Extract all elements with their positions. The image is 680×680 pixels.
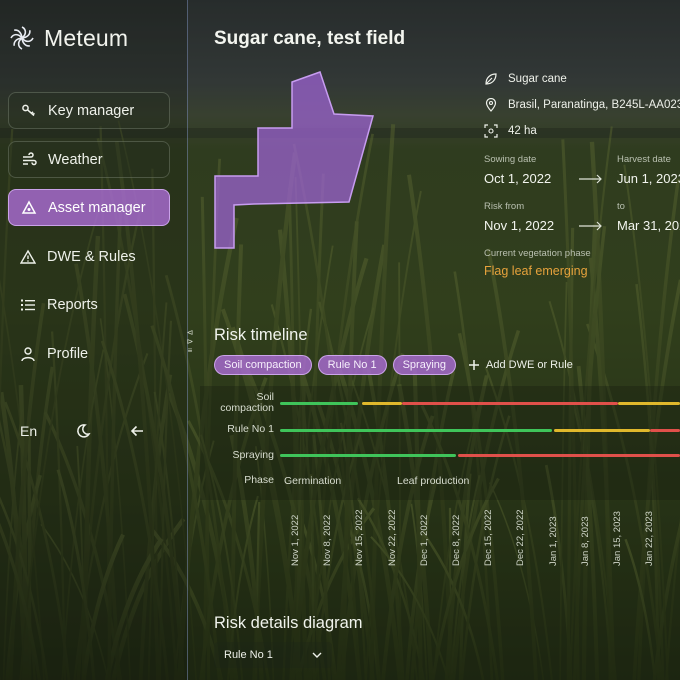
location-info: Brasil, Paranatinga, B245L-AA023 [484, 98, 680, 112]
risk-details-title: Risk details diagram [214, 614, 363, 632]
axis-tick-label: Nov 22, 2022 [386, 509, 398, 566]
add-dwe-rule-label: Add DWE or Rule [486, 359, 573, 371]
sidebar-item-label: Reports [47, 296, 98, 313]
moon-icon[interactable] [75, 421, 91, 441]
crop-info: Sugar cane [484, 72, 567, 86]
sidebar-item-weather[interactable]: Weather [8, 141, 170, 178]
row-label-rule-no-1: Rule No 1 [227, 423, 274, 435]
risk-timeline-title: Risk timeline [214, 326, 308, 344]
harvest-date-value: Jun 1, 2023 [617, 171, 680, 186]
sidebar-item-label: Profile [47, 345, 89, 362]
risk-bar-spray-red [458, 454, 680, 457]
sidebar-item-label: DWE & Rules [47, 248, 136, 265]
risk-timeline-chart: Soil compaction Rule No 1 Spraying Phase… [200, 386, 680, 500]
arrow-right-icon [579, 221, 602, 231]
chip-soil-compaction[interactable]: Soil compaction [214, 355, 312, 375]
row-label-spraying: Spraying [232, 449, 274, 461]
axis-tick-label: Dec 15, 2022 [483, 509, 495, 566]
sowing-date-value: Oct 1, 2022 [484, 171, 552, 186]
asset-icon [20, 199, 38, 217]
language-switch[interactable]: En [20, 421, 37, 441]
field-boundary-polygon[interactable] [212, 70, 378, 252]
sidebar-item-label: Weather [48, 151, 103, 168]
warning-icon [19, 248, 37, 266]
chip-rule-no-1[interactable]: Rule No 1 [317, 355, 387, 375]
sidebar-item-profile[interactable]: Profile [8, 335, 170, 372]
risk-bar-soil-yellow [362, 402, 402, 405]
area-icon [484, 124, 498, 138]
axis-tick-label: Jan 1, 2023 [547, 516, 559, 566]
axis-tick-label: Jan 22, 2023 [644, 511, 656, 566]
list-icon [19, 296, 37, 314]
vegetation-phase-value: Flag leaf emerging [484, 264, 588, 278]
location-value: Brasil, Paranatinga, B245L-AA023 [508, 99, 680, 111]
risk-from-label: Risk from [484, 201, 525, 212]
sowing-date-label: Sowing date [484, 154, 537, 165]
risk-bar-rule-green [280, 429, 552, 432]
page-title: Sugar cane, test field [214, 28, 406, 49]
row-label-soil-compaction: Soil compaction [220, 392, 274, 414]
weather-icon [20, 151, 38, 169]
meteum-logo-icon [10, 26, 34, 50]
add-dwe-rule-button[interactable]: Add DWE or Rule [468, 359, 573, 371]
axis-tick-label: Nov 8, 2022 [322, 514, 334, 566]
brand-logo[interactable]: Meteum [8, 24, 128, 52]
risk-bar-soil-yellow-end [618, 402, 680, 405]
arrow-right-icon [579, 174, 602, 184]
area-value: 42 ha [508, 125, 537, 137]
risk-bar-rule-red [650, 429, 680, 432]
arrow-left-icon[interactable] [129, 421, 145, 441]
risk-from-value: Nov 1, 2022 [484, 218, 555, 233]
sidebar-item-dwe-rules[interactable]: DWE & Rules [8, 238, 170, 275]
axis-tick-label: Dec 22, 2022 [515, 509, 527, 566]
risk-bar-soil-red [402, 402, 618, 405]
chevron-down-icon [312, 652, 322, 658]
row-label-line: compaction [220, 402, 274, 414]
axis-tick-label: Nov 1, 2022 [290, 514, 301, 566]
scroll-strip: ⊲ ⊳ ≡ [186, 328, 194, 355]
rule-select[interactable]: Rule No 1 [214, 642, 332, 668]
risk-bar-rule-yellow [554, 429, 650, 432]
plus-icon [469, 360, 479, 370]
axis-tick-label: Dec 8, 2022 [451, 514, 462, 566]
risk-to-label: to [617, 201, 625, 212]
user-icon [19, 345, 37, 363]
axis-tick-label: Jan 8, 2023 [579, 516, 591, 566]
axis-tick-label: Jan 15, 2023 [612, 511, 623, 566]
risk-bar-soil-green [280, 402, 358, 405]
harvest-date-label: Harvest date [617, 154, 671, 165]
vegetation-phase-label: Current vegetation phase [484, 248, 591, 259]
crop-value: Sugar cane [508, 73, 567, 85]
key-icon [20, 102, 38, 120]
risk-to-value: Mar 31, 2023 [617, 218, 680, 233]
sidebar-item-label: Key manager [48, 102, 135, 119]
phase-leaf-production: Leaf production [397, 475, 470, 487]
sidebar-footer: En [20, 421, 144, 441]
sidebar: Meteum Key manager Weather Asset manager… [0, 0, 188, 680]
leaf-icon [484, 72, 498, 86]
sidebar-item-asset-manager[interactable]: Asset manager [8, 189, 170, 226]
rule-select-value: Rule No 1 [224, 649, 273, 661]
chip-spraying[interactable]: Spraying [392, 355, 456, 375]
location-pin-icon [484, 98, 498, 112]
area-info: 42 ha [484, 124, 537, 138]
risk-bar-spray-green [280, 454, 456, 457]
brand-name: Meteum [44, 24, 129, 51]
sidebar-item-key-manager[interactable]: Key manager [8, 92, 170, 129]
axis-tick-label: Dec 1, 2022 [418, 514, 430, 566]
risk-chips: Soil compaction Rule No 1 Spraying Add D… [214, 355, 573, 375]
row-label-phase: Phase [244, 474, 274, 486]
axis-tick-label: Nov 15, 2022 [354, 509, 366, 566]
sidebar-item-label: Asset manager [48, 199, 146, 216]
phase-germination: Germination [284, 475, 342, 487]
sidebar-item-reports[interactable]: Reports [8, 286, 170, 323]
